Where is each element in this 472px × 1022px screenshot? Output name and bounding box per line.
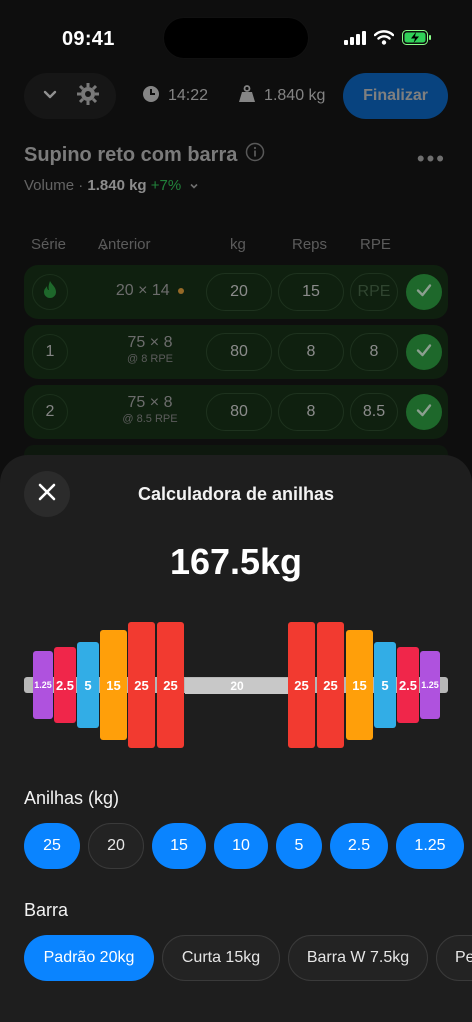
plate-25: 25 — [157, 622, 184, 748]
plate-5: 5 — [77, 642, 99, 728]
total-weight: 167.5kg — [169, 541, 303, 582]
plate-15: 15 — [346, 630, 373, 740]
plate-chip-25[interactable]: 25 — [24, 823, 80, 869]
plate-25: 25 — [288, 622, 315, 748]
status-bar: 09:41 — [0, 0, 472, 70]
dynamic-island — [163, 17, 309, 59]
plate-chip-15[interactable]: 15 — [152, 823, 206, 869]
bar-chip-short[interactable]: Curta 15kg — [162, 935, 280, 981]
plate-calculator-sheet: Calculadora de anilhas 167.5kg 20 1.25 2… — [0, 455, 472, 1022]
bar-weight-label: 20 — [185, 678, 289, 694]
plate-chip-20[interactable]: 20 — [88, 823, 144, 869]
plate-15: 15 — [100, 630, 127, 740]
plate-1-25: 1.25 — [420, 651, 440, 719]
bar-section-label: Barra — [24, 900, 69, 920]
plate-1-25: 1.25 — [33, 651, 53, 719]
plate-chip-2-5[interactable]: 2.5 — [330, 823, 388, 869]
plate-chip-5[interactable]: 5 — [276, 823, 322, 869]
plate-25: 25 — [128, 622, 155, 748]
bar-chip-ez[interactable]: Barra W 7.5kg — [288, 935, 428, 981]
plate-chip-10[interactable]: 10 — [214, 823, 268, 869]
battery-charging-icon — [402, 30, 432, 50]
plate-2-5: 2.5 — [397, 647, 419, 723]
sheet-title: Calculadora de anilhas — [137, 484, 335, 504]
bar-type-chips: Padrão 20kg Curta 15kg Barra W 7.5kg Per — [24, 935, 472, 981]
plates-section-label: Anilhas (kg) — [24, 788, 120, 808]
plate-5: 5 — [374, 642, 396, 728]
status-icons — [344, 30, 432, 50]
plate-chip-1-25[interactable]: 1.25 — [396, 823, 464, 869]
bar-chip-more[interactable]: Per — [436, 935, 472, 981]
cellular-signal-icon — [344, 30, 366, 50]
wifi-icon — [373, 30, 395, 50]
bar-chip-standard[interactable]: Padrão 20kg — [24, 935, 154, 981]
status-time: 09:41 — [62, 28, 115, 50]
plate-chips: 25 20 15 10 5 2.5 1.25 — [24, 823, 464, 869]
plate-2-5: 2.5 — [54, 647, 76, 723]
plate-25: 25 — [317, 622, 344, 748]
